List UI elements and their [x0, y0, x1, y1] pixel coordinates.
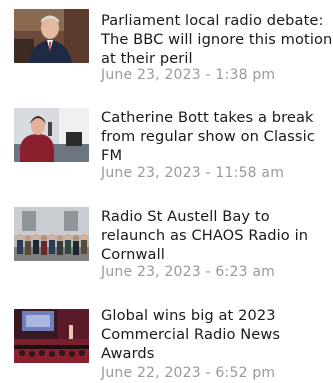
news-thumbnail[interactable]	[14, 108, 89, 162]
news-item[interactable]: Radio St Austell Bay to relaunch as CHAO…	[0, 196, 333, 286]
news-headline-link[interactable]: Global wins big at 2023 Commercial Radio…	[101, 306, 333, 363]
news-date: June 23, 2023 - 6:23 am	[101, 264, 275, 280]
news-item[interactable]: Catherine Bott takes a break from regula…	[0, 98, 333, 188]
news-list: Parliament local radio debate: The BBC w…	[0, 0, 333, 383]
news-date: June 22, 2023 - 6:52 pm	[101, 365, 276, 381]
news-item[interactable]: Global wins big at 2023 Commercial Radio…	[0, 293, 333, 383]
news-headline-link[interactable]: Catherine Bott takes a break from regula…	[101, 108, 333, 165]
news-date: June 23, 2023 - 1:38 pm	[101, 67, 276, 83]
news-thumbnail[interactable]	[14, 207, 89, 261]
news-date: June 23, 2023 - 11:58 am	[101, 165, 285, 181]
news-thumbnail[interactable]	[14, 309, 89, 363]
news-headline-link[interactable]: Radio St Austell Bay to relaunch as CHAO…	[101, 207, 333, 264]
news-thumbnail[interactable]	[14, 9, 89, 63]
news-item[interactable]: Parliament local radio debate: The BBC w…	[0, 0, 333, 90]
news-headline-link[interactable]: Parliament local radio debate: The BBC w…	[101, 11, 333, 68]
